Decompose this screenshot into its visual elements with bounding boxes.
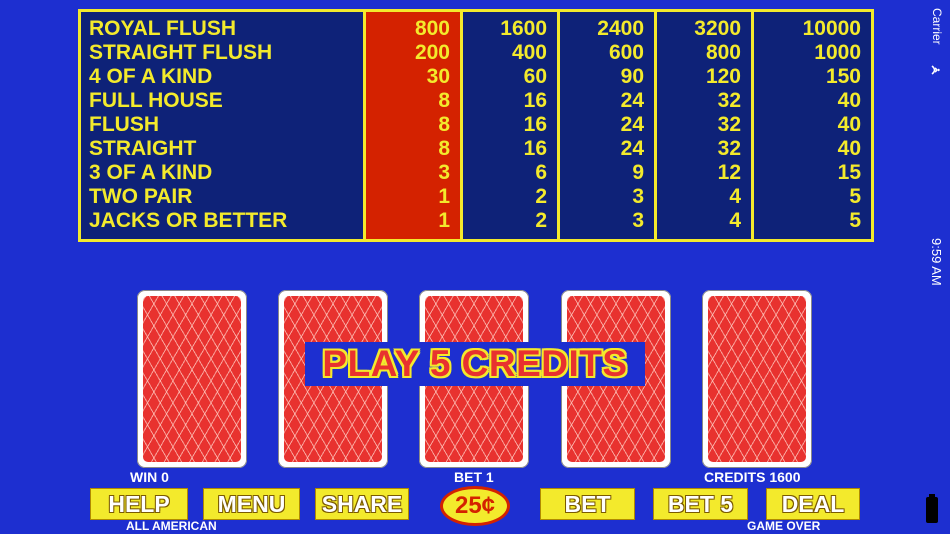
payout-value: 2 (535, 209, 547, 232)
hand-name: STRAIGHT FLUSH (89, 41, 273, 64)
payout-value: 1000 (814, 41, 861, 64)
pay-column-2-coins: 1600 400 60 16 16 16 6 2 2 (463, 12, 560, 239)
payout-value: 24 (620, 137, 644, 160)
game-state-label: GAME OVER (747, 519, 821, 533)
hand-name: JACKS OR BETTER (89, 209, 288, 232)
payout-value: 24 (620, 113, 644, 136)
payout-value: 4 (729, 185, 741, 208)
payout-value: 200 (414, 41, 450, 64)
payout-value: 16 (523, 89, 547, 112)
pay-table: ROYAL FLUSH STRAIGHT FLUSH 4 OF A KIND F… (78, 9, 874, 242)
clock-label: 9:59 AM (929, 238, 944, 286)
hand-name: FULL HOUSE (89, 89, 223, 112)
payout-value: 4 (729, 209, 741, 232)
battery-icon (926, 494, 938, 523)
play-credits-banner: PLAY 5 CREDITS (305, 342, 645, 386)
payout-value: 3 (632, 209, 644, 232)
payout-value: 5 (849, 209, 861, 232)
deal-button[interactable]: DEAL (766, 488, 860, 520)
payout-value: 800 (705, 41, 741, 64)
payout-value: 40 (837, 137, 861, 160)
payout-value: 8 (438, 113, 450, 136)
bet-5-button[interactable]: BET 5 (653, 488, 748, 520)
payout-value: 3200 (694, 17, 741, 40)
payout-value: 6 (535, 161, 547, 184)
hand-name: 3 OF A KIND (89, 161, 213, 184)
payout-value: 1 (438, 209, 450, 232)
payout-value: 15 (837, 161, 861, 184)
payout-value: 120 (705, 65, 741, 88)
payout-value: 9 (632, 161, 644, 184)
win-display: WIN 0 (130, 469, 169, 485)
payout-value: 16 (523, 137, 547, 160)
menu-button[interactable]: MENU (203, 488, 300, 520)
hand-name: TWO PAIR (89, 185, 193, 208)
payout-value: 8 (438, 137, 450, 160)
payout-value: 2 (535, 185, 547, 208)
coin-denomination-button[interactable]: 25¢ (440, 486, 510, 526)
hand-name: 4 OF A KIND (89, 65, 213, 88)
hand-name: FLUSH (89, 113, 159, 136)
game-name-label: ALL AMERICAN (126, 519, 217, 533)
payout-value: 1600 (500, 17, 547, 40)
hand-name: STRAIGHT (89, 137, 197, 160)
payout-value: 32 (717, 137, 741, 160)
payout-value: 3 (632, 185, 644, 208)
card-1[interactable] (137, 290, 247, 468)
payout-value: 40 (837, 89, 861, 112)
payout-value: 800 (414, 17, 450, 40)
payout-value: 90 (620, 65, 644, 88)
payout-value: 32 (717, 89, 741, 112)
wifi-icon (931, 65, 940, 75)
payout-value: 600 (608, 41, 644, 64)
pay-column-3-coins: 2400 600 90 24 24 24 9 3 3 (560, 12, 657, 239)
payout-value: 12 (717, 161, 741, 184)
help-button[interactable]: HELP (90, 488, 188, 520)
payout-value: 32 (717, 113, 741, 136)
hand-name: ROYAL FLUSH (89, 17, 237, 40)
payout-value: 60 (523, 65, 547, 88)
pay-column-5-coins: 10000 1000 150 40 40 40 15 5 5 (754, 12, 871, 239)
card-5[interactable] (702, 290, 812, 468)
pay-column-4-coins: 3200 800 120 32 32 32 12 4 4 (657, 12, 754, 239)
payout-value: 1 (438, 185, 450, 208)
bet-display: BET 1 (454, 469, 494, 485)
pay-column-1-coin: 800 200 30 8 8 8 3 1 1 (366, 12, 463, 239)
payout-value: 2400 (597, 17, 644, 40)
carrier-label: Carrier (930, 8, 944, 45)
bet-button[interactable]: BET (540, 488, 635, 520)
payout-value: 3 (438, 161, 450, 184)
pay-table-hand-names: ROYAL FLUSH STRAIGHT FLUSH 4 OF A KIND F… (81, 12, 366, 239)
payout-value: 150 (825, 65, 861, 88)
payout-value: 16 (523, 113, 547, 136)
payout-value: 30 (426, 65, 450, 88)
payout-value: 400 (511, 41, 547, 64)
payout-value: 8 (438, 89, 450, 112)
credits-display: CREDITS 1600 (704, 469, 801, 485)
payout-value: 24 (620, 89, 644, 112)
payout-value: 40 (837, 113, 861, 136)
payout-value: 10000 (802, 17, 861, 40)
card-back (143, 296, 241, 462)
card-back (708, 296, 806, 462)
payout-value: 5 (849, 185, 861, 208)
share-button[interactable]: SHARE (315, 488, 409, 520)
